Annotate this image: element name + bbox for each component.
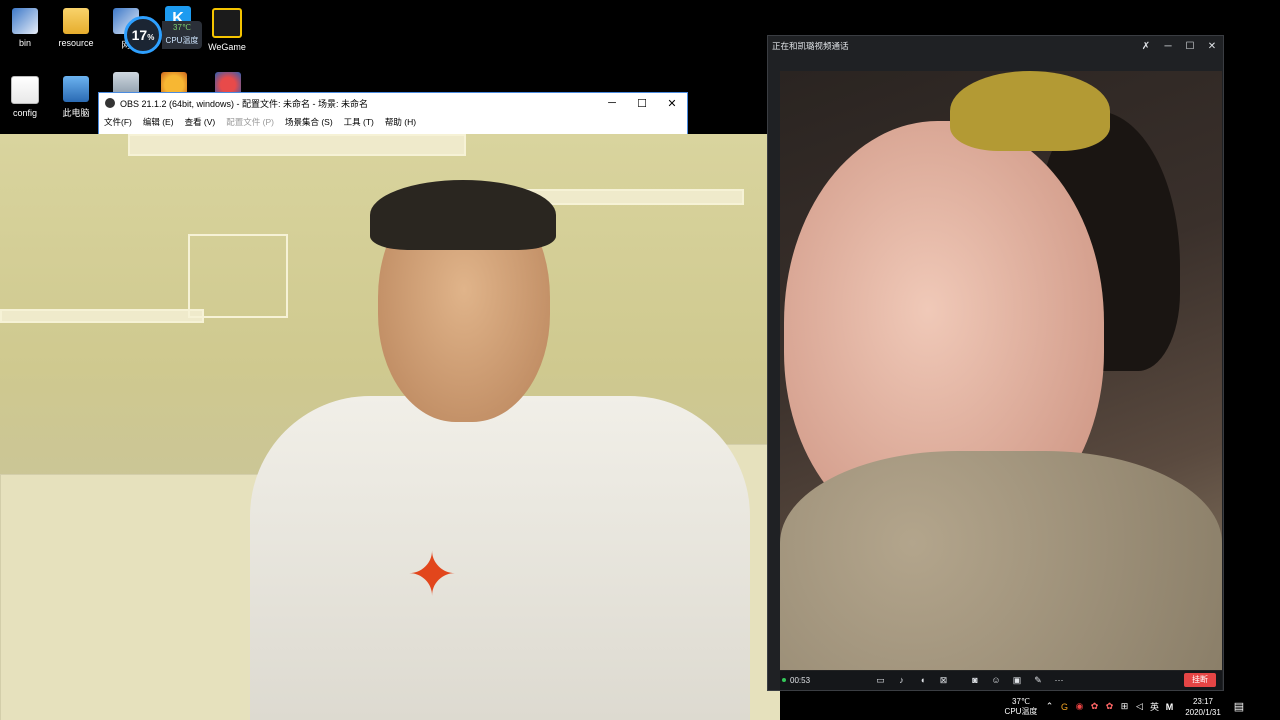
effects-icon[interactable]: ☺ — [989, 674, 1003, 686]
obs-menubar: 文件(F) 编辑 (E) 查看 (V) 配置文件 (P) 场景集合 (S) 工具… — [99, 113, 687, 131]
jumpman-logo-icon: ✦ — [406, 541, 458, 608]
call-minimize-button[interactable]: ─ — [1157, 41, 1179, 52]
desktop-icon-this-pc[interactable]: 此电脑 — [48, 76, 104, 119]
remote-coat — [780, 451, 1222, 671]
desktop-icon-bin[interactable]: bin — [0, 8, 53, 48]
snapshot-icon[interactable]: ◙ — [968, 674, 982, 686]
hangup-button[interactable]: 挂断 — [1184, 673, 1216, 687]
shelf-frame — [0, 309, 204, 323]
cpu-temp-info: 37℃ CPU温度 — [162, 21, 202, 49]
tray-expand-icon[interactable]: ⌃ — [1043, 701, 1057, 712]
tray-ime-label[interactable]: 英 — [1148, 700, 1162, 713]
desktop-icon-label: config — [12, 108, 38, 118]
screen-share-icon[interactable]: ▣ — [1010, 674, 1024, 686]
person-torso — [250, 396, 750, 720]
webcam-feed: ✦ — [0, 134, 780, 720]
obs-close-button[interactable]: ✕ — [657, 97, 687, 110]
folder-icon — [63, 8, 89, 34]
call-title: 正在和凯璐视频通话 — [772, 41, 849, 51]
tray-network-icon[interactable]: ⊞ — [1118, 701, 1132, 712]
obs-title: OBS 21.1.2 (64bit, windows) - 配置文件: 未命名 … — [120, 98, 369, 109]
tray-time: 23:17 — [1192, 696, 1214, 706]
signal-icon — [782, 678, 786, 682]
tray-temp-label: CPU温度 — [1004, 706, 1038, 716]
tray-m-icon[interactable]: M — [1163, 702, 1177, 712]
message-icon[interactable]: ▭ — [874, 674, 888, 686]
cpu-monitor-widget[interactable]: 17% 37℃ CPU温度 — [124, 16, 202, 54]
more-icon[interactable]: ⋯ — [1052, 674, 1066, 686]
desktop-icon-wegame[interactable]: WeGame — [199, 8, 255, 52]
desktop-icon-label: resource — [58, 38, 94, 48]
computer-icon — [63, 76, 89, 102]
tray-cpu-temp[interactable]: 37℃ CPU温度 — [1000, 697, 1042, 717]
obs-logo-icon — [105, 98, 115, 108]
desktop-icon-label: 此电脑 — [62, 108, 90, 118]
whiteboard-icon[interactable]: ✎ — [1031, 674, 1045, 686]
tray-g-icon[interactable]: G — [1058, 702, 1072, 712]
tray-date: 2020/1/31 — [1185, 707, 1221, 717]
tray-app2-icon[interactable]: ✿ — [1103, 701, 1117, 712]
tray-volume-icon[interactable]: ◁ — [1133, 701, 1147, 712]
remote-video-feed — [780, 71, 1222, 671]
person-hair — [370, 180, 556, 250]
cpu-temp: 37℃ — [173, 23, 191, 32]
cpu-temp-label: CPU温度 — [165, 36, 199, 45]
obs-minimize-button[interactable]: ─ — [597, 97, 627, 109]
menu-edit[interactable]: 编辑 (E) — [143, 116, 174, 128]
obs-titlebar[interactable]: OBS 21.1.2 (64bit, windows) - 配置文件: 未命名 … — [99, 93, 687, 113]
cpu-percent-unit: % — [147, 33, 155, 42]
bin-icon — [12, 8, 38, 34]
file-icon — [11, 76, 39, 104]
tray-chrome-icon[interactable]: ◉ — [1073, 701, 1087, 712]
menu-file[interactable]: 文件(F) — [104, 116, 132, 128]
pin-icon[interactable]: ✗ — [1135, 41, 1157, 52]
microphone-icon[interactable]: ♪ — [895, 674, 909, 686]
desktop-icon-label: bin — [18, 38, 31, 48]
menu-profile[interactable]: 配置文件 (P) — [226, 116, 274, 128]
obs-maximize-button[interactable]: ☐ — [627, 97, 657, 110]
cabinet — [0, 474, 292, 720]
shelf-frame — [188, 234, 288, 318]
remote-hat — [950, 71, 1110, 151]
call-titlebar[interactable]: 正在和凯璐视频通话 ✗ ─ ☐ ✕ — [768, 36, 1223, 56]
tray-app-icon[interactable]: ✿ — [1088, 701, 1102, 712]
call-elapsed-time: 00:53 — [790, 675, 811, 685]
cpu-usage-ring: 17% — [124, 16, 162, 54]
menu-tools[interactable]: 工具 (T) — [344, 116, 374, 128]
tray-temp-value: 37℃ — [1012, 696, 1030, 706]
system-tray: 37℃ CPU温度 ⌃ G ◉ ✿ ✿ ⊞ ◁ 英 M 23:17 2020/1… — [1000, 693, 1280, 720]
desktop-icon-config[interactable]: config — [0, 76, 53, 118]
call-maximize-button[interactable]: ☐ — [1179, 41, 1201, 52]
tray-clock[interactable]: 23:17 2020/1/31 — [1177, 696, 1229, 718]
speaker-icon[interactable]: ◖ — [916, 674, 930, 686]
menu-view[interactable]: 查看 (V) — [185, 116, 216, 128]
menu-help[interactable]: 帮助 (H) — [385, 116, 416, 128]
call-control-bar: 00:53 ▭ ♪ ◖ ⊠ ◙ ☺ ▣ ✎ ⋯ 挂断 — [780, 670, 1222, 690]
camera-off-icon[interactable]: ⊠ — [937, 674, 951, 686]
obs-window[interactable]: OBS 21.1.2 (64bit, windows) - 配置文件: 未命名 … — [98, 92, 688, 136]
desktop-icon-resource[interactable]: resource — [48, 8, 104, 48]
notification-icon[interactable]: ▤ — [1229, 700, 1249, 713]
call-close-button[interactable]: ✕ — [1201, 41, 1223, 52]
wegame-icon — [212, 8, 242, 38]
menu-scene-collection[interactable]: 场景集合 (S) — [285, 116, 333, 128]
cpu-percent: 17 — [131, 27, 148, 43]
desktop-icon-label: WeGame — [208, 42, 246, 52]
shelf-frame — [128, 134, 466, 156]
